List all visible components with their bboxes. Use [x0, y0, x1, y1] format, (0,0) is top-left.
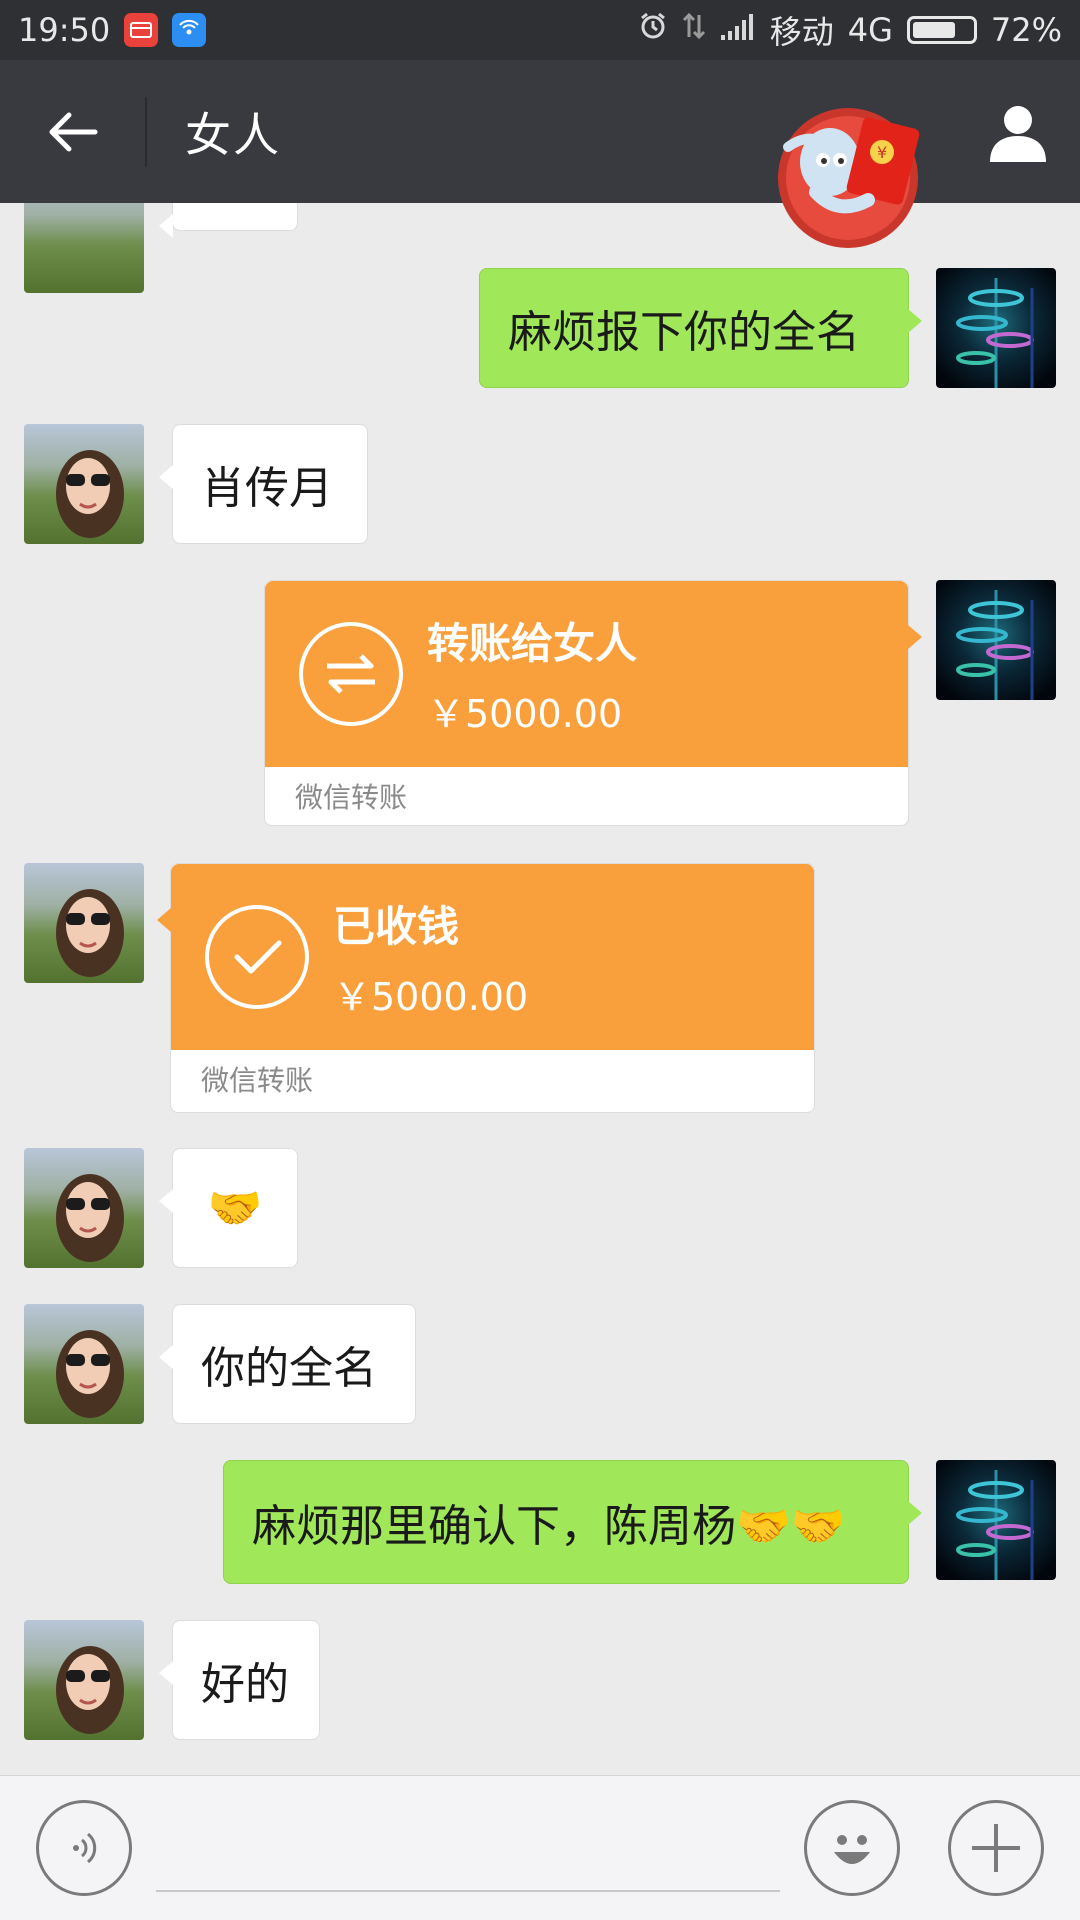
plus-icon: [972, 1824, 1020, 1872]
contact-avatar[interactable]: [24, 1620, 144, 1740]
transfer-card-body: 已收钱 ￥5000.00: [157, 864, 814, 1050]
check-icon: [205, 905, 309, 1009]
tower-image: [956, 590, 1034, 700]
contact-avatar[interactable]: [24, 203, 144, 293]
my-avatar[interactable]: [936, 268, 1056, 388]
message-bubble-received[interactable]: 🤝: [159, 1148, 298, 1268]
emoji-button[interactable]: [804, 1800, 900, 1896]
woman-photo: [56, 889, 124, 977]
tower-image: [956, 278, 1034, 388]
transfer-title: 转账给女人: [427, 619, 638, 668]
message-text: 肖传月: [201, 463, 333, 514]
svg-text:¥: ¥: [877, 143, 887, 162]
message-input[interactable]: [156, 1816, 780, 1892]
status-bar: 19:50 移动 4G 72%: [0, 0, 1080, 60]
transfer-arrows-icon: [299, 622, 403, 726]
message-text: 你的全名: [201, 1343, 377, 1394]
transfer-card-body: 转账给女人 ￥5000.00: [265, 581, 922, 767]
woman-photo: [56, 450, 124, 538]
network-label: 4G: [847, 11, 893, 49]
contact-avatar[interactable]: [24, 1304, 144, 1424]
battery-percent: 72%: [990, 11, 1062, 49]
message-text: 麻烦报下你的全名: [508, 307, 860, 358]
transfer-title: 已收钱: [333, 902, 460, 951]
message-text: 麻烦那里确认下，陈周杨🤝🤝: [252, 1501, 846, 1552]
red-card-icon: [124, 13, 159, 47]
message-bubble-received[interactable]: 肖传月: [159, 424, 368, 544]
handshake-emoji: 🤝: [207, 1183, 263, 1234]
battery-fill: [912, 22, 955, 38]
voice-button[interactable]: [36, 1800, 132, 1896]
message-bubble-sent[interactable]: 麻烦报下你的全名: [479, 268, 922, 388]
contact-avatar[interactable]: [24, 863, 144, 983]
message-bubble-received[interactable]: 你的全名: [159, 1304, 416, 1424]
signal-icon: [720, 11, 756, 49]
contact-avatar[interactable]: [24, 424, 144, 544]
person-icon: [990, 106, 1046, 162]
transfer-card-sent[interactable]: 转账给女人 ￥5000.00 微信转账: [264, 580, 922, 826]
contact-info-button[interactable]: [986, 100, 1050, 164]
transfer-footer: 微信转账: [201, 1064, 314, 1097]
battery-icon: [906, 16, 977, 44]
transfer-amount: ￥5000.00: [333, 975, 529, 1019]
smiley-icon: [834, 1835, 870, 1864]
tower-image: [956, 1470, 1034, 1580]
voice-icon: [73, 1832, 97, 1864]
contact-avatar[interactable]: [24, 1148, 144, 1268]
arrow-left-icon: [49, 112, 97, 151]
woman-photo: [56, 1646, 124, 1734]
transfer-footer: 微信转账: [295, 781, 408, 814]
my-avatar[interactable]: [936, 580, 1056, 700]
wifi-app-icon: [172, 13, 207, 47]
transfer-amount: ￥5000.00: [427, 692, 623, 736]
back-button[interactable]: [0, 60, 145, 203]
input-bar: [0, 1775, 1080, 1920]
woman-photo: [56, 1330, 124, 1418]
message-bubble-received[interactable]: 好的: [159, 1620, 320, 1740]
woman-photo: [56, 1174, 124, 1262]
status-time: 19:50: [18, 11, 111, 49]
header-divider: [145, 96, 147, 167]
chat-message-list[interactable]: 麻烦报下你的全名 肖传月 转账给女人 ￥5000.00 微信转账 已收钱 ￥50…: [0, 203, 1080, 1775]
page-title: 女人: [185, 107, 281, 162]
message-bubble-partial[interactable]: [159, 203, 298, 238]
alarm-icon: [638, 11, 668, 49]
message-bubble-sent[interactable]: 麻烦那里确认下，陈周杨🤝🤝: [223, 1460, 922, 1584]
message-text: 好的: [201, 1659, 289, 1710]
carrier-label: 移动: [769, 13, 834, 51]
red-packet-mascot-icon[interactable]: ¥: [768, 92, 928, 252]
transfer-card-received[interactable]: 已收钱 ￥5000.00 微信转账: [157, 863, 815, 1113]
more-button[interactable]: [948, 1800, 1044, 1896]
data-arrows-icon: [682, 11, 706, 49]
my-avatar[interactable]: [936, 1460, 1056, 1580]
